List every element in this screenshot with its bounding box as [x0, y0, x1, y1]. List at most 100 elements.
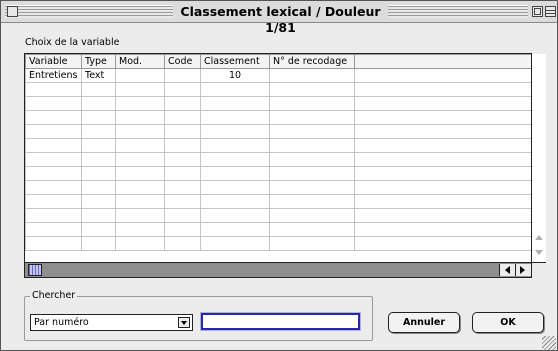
table-cell[interactable] — [200, 124, 270, 139]
table-cell[interactable] — [115, 236, 165, 251]
table-cell[interactable] — [269, 222, 355, 237]
search-input[interactable] — [200, 312, 361, 331]
table-cell[interactable] — [115, 152, 165, 167]
table-cell[interactable] — [81, 152, 116, 167]
table-cell[interactable] — [354, 96, 532, 111]
table-cell[interactable] — [81, 138, 116, 153]
ok-button[interactable]: OK — [472, 312, 544, 333]
table-cell[interactable] — [269, 110, 355, 125]
cancel-button[interactable]: Annuler — [388, 312, 460, 333]
resize-grip-icon[interactable] — [542, 336, 556, 350]
table-cell[interactable] — [81, 194, 116, 209]
table-row[interactable] — [25, 180, 532, 195]
table-cell[interactable] — [25, 166, 82, 181]
table-cell[interactable] — [115, 180, 165, 195]
table-cell[interactable] — [354, 124, 532, 139]
table-cell[interactable] — [25, 222, 82, 237]
table-row[interactable] — [25, 152, 532, 167]
table-cell[interactable] — [164, 82, 201, 97]
table-cell[interactable] — [354, 180, 532, 195]
table-cell[interactable] — [200, 152, 270, 167]
table-cell[interactable] — [200, 166, 270, 181]
table-cell[interactable] — [354, 152, 532, 167]
vertical-scrollbar[interactable] — [531, 54, 546, 262]
table-cell[interactable] — [200, 208, 270, 223]
table-cell[interactable] — [354, 110, 532, 125]
table-row[interactable] — [25, 166, 532, 181]
scroll-down-arrow-icon[interactable] — [535, 250, 543, 255]
table-cell[interactable] — [354, 166, 532, 181]
table-cell[interactable] — [25, 82, 82, 97]
table-cell[interactable] — [164, 96, 201, 111]
dropdown-arrow-icon[interactable] — [178, 317, 190, 328]
table-cell[interactable] — [164, 194, 201, 209]
table-cell[interactable] — [81, 222, 116, 237]
table-cell[interactable] — [164, 68, 201, 83]
table-cell[interactable] — [81, 82, 116, 97]
close-box-icon[interactable] — [7, 6, 18, 17]
table-cell[interactable] — [354, 68, 532, 83]
table-cell[interactable] — [115, 82, 165, 97]
table-cell[interactable] — [164, 208, 201, 223]
table-cell[interactable] — [269, 236, 355, 251]
zoom-box-icon[interactable] — [532, 6, 543, 17]
table-cell[interactable] — [269, 138, 355, 153]
table-cell[interactable] — [354, 194, 532, 209]
table-cell[interactable] — [115, 138, 165, 153]
table-cell[interactable] — [200, 180, 270, 195]
horizontal-scroll-thumb[interactable] — [28, 264, 42, 276]
table-cell[interactable] — [115, 96, 165, 111]
table-cell[interactable] — [269, 152, 355, 167]
table-row[interactable] — [25, 110, 532, 125]
table-cell[interactable] — [25, 96, 82, 111]
table-cell[interactable] — [269, 180, 355, 195]
table-cell[interactable] — [269, 166, 355, 181]
table-cell[interactable] — [81, 208, 116, 223]
horizontal-scrollbar[interactable] — [25, 262, 531, 277]
table-cell[interactable] — [200, 194, 270, 209]
table-cell[interactable] — [25, 124, 82, 139]
table-cell[interactable] — [269, 96, 355, 111]
table-cell[interactable] — [200, 82, 270, 97]
table-cell[interactable] — [25, 110, 82, 125]
table-cell[interactable] — [25, 236, 82, 251]
table-cell[interactable] — [354, 82, 532, 97]
scroll-left-arrow-icon[interactable] — [505, 266, 510, 274]
table-cell[interactable] — [164, 166, 201, 181]
table-cell[interactable] — [164, 138, 201, 153]
table-cell[interactable] — [269, 194, 355, 209]
table-cell[interactable] — [115, 194, 165, 209]
table-cell[interactable] — [200, 110, 270, 125]
table-cell[interactable] — [269, 68, 355, 83]
search-mode-select[interactable]: Par numéro — [30, 314, 193, 331]
table-cell[interactable] — [354, 236, 532, 251]
table-cell[interactable] — [81, 110, 116, 125]
column-header-variable[interactable]: Variable — [25, 54, 82, 69]
table-cell[interactable] — [115, 222, 165, 237]
table-row[interactable] — [25, 124, 532, 139]
collapse-box-icon[interactable] — [545, 6, 556, 17]
table-row[interactable] — [25, 138, 532, 153]
table-cell[interactable] — [115, 166, 165, 181]
table-row[interactable] — [25, 222, 532, 237]
table-cell[interactable] — [164, 180, 201, 195]
table-cell[interactable] — [200, 236, 270, 251]
table-cell[interactable] — [200, 96, 270, 111]
column-header-code[interactable]: Code — [164, 54, 201, 69]
table-cell[interactable] — [164, 110, 201, 125]
table-cell[interactable] — [25, 138, 82, 153]
table-cell[interactable]: Text — [81, 68, 116, 83]
table-row[interactable] — [25, 82, 532, 97]
table-cell[interactable] — [25, 208, 82, 223]
table-cell[interactable] — [269, 124, 355, 139]
scroll-up-arrow-icon[interactable] — [535, 235, 543, 240]
table-cell[interactable] — [354, 208, 532, 223]
table-cell[interactable] — [200, 138, 270, 153]
table-cell[interactable] — [25, 152, 82, 167]
table-cell[interactable] — [164, 222, 201, 237]
column-header-mod[interactable]: Mod. — [115, 54, 165, 69]
table-cell[interactable] — [81, 96, 116, 111]
table-cell[interactable] — [164, 152, 201, 167]
table-cell[interactable] — [25, 180, 82, 195]
table-cell[interactable] — [81, 124, 116, 139]
